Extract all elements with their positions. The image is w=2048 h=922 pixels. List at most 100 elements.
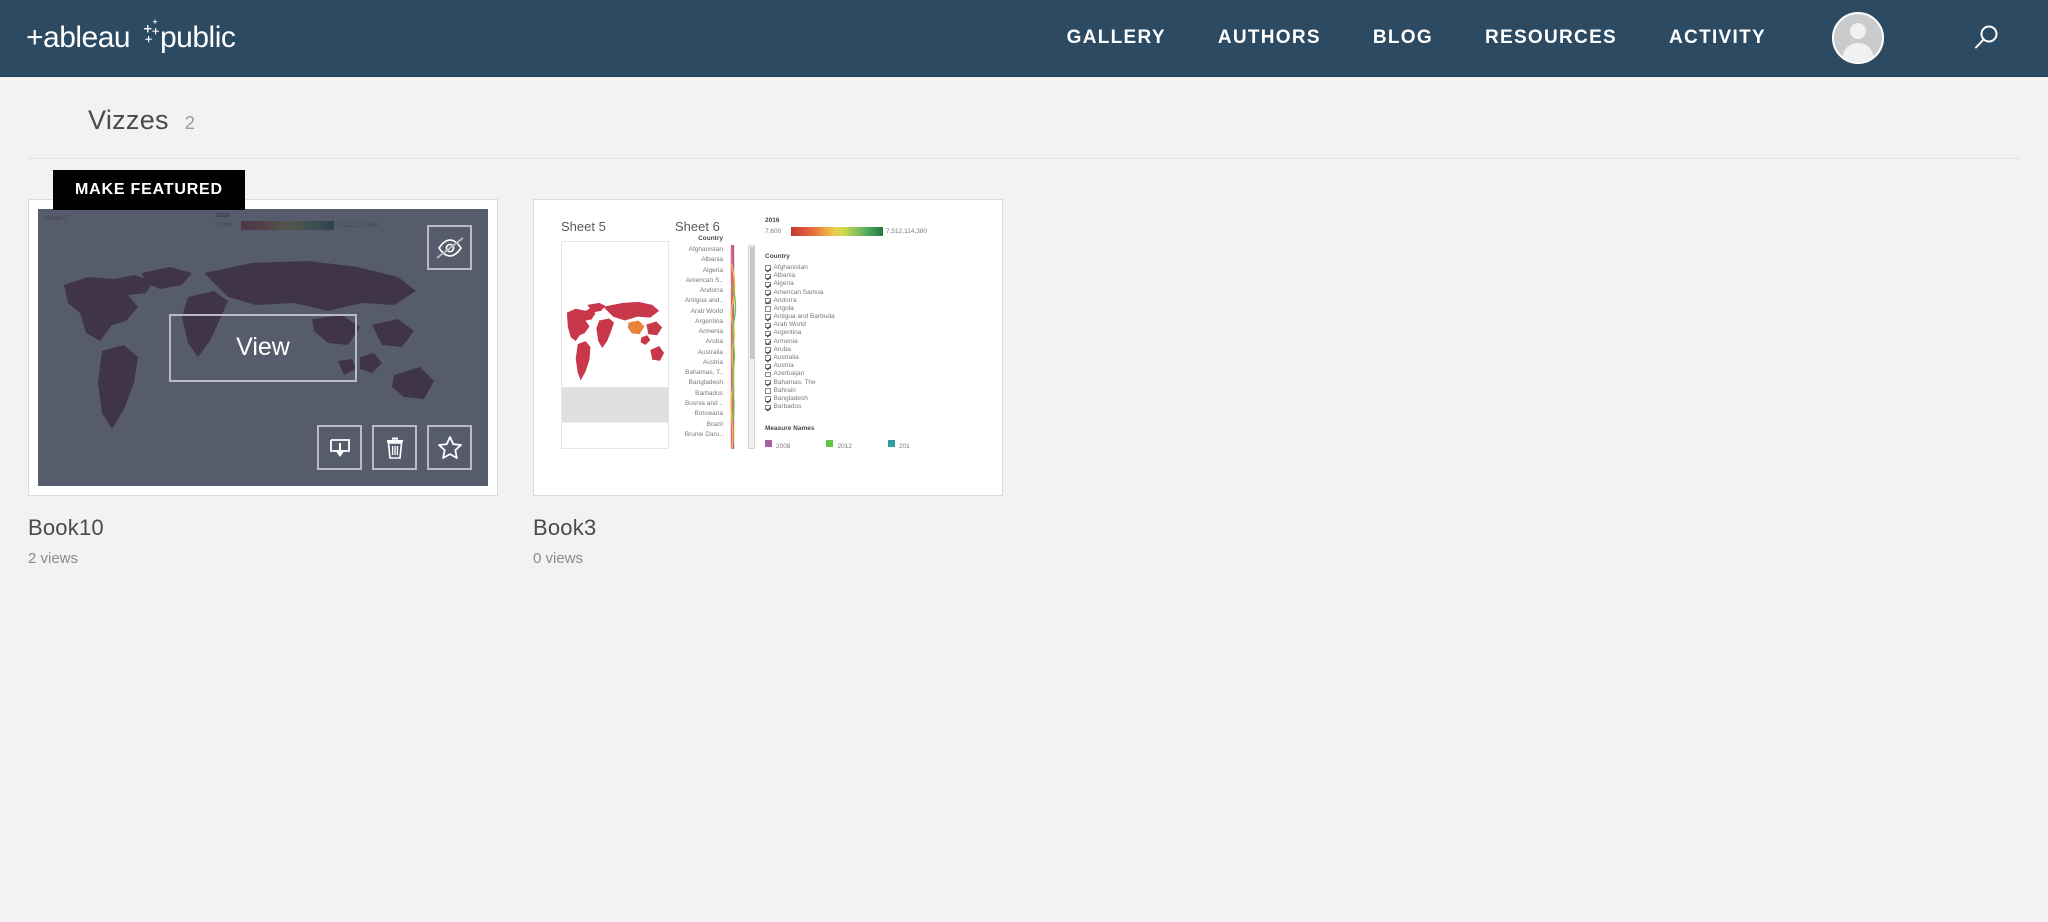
axis-label: Argentina [651,317,723,327]
axis-label: Albania [651,255,723,265]
checkbox[interactable] [765,372,771,378]
axis-label: Afghanistan [651,245,723,255]
checkbox[interactable] [765,339,771,345]
nav-authors[interactable]: AUTHORS [1218,27,1321,49]
main-navigation: GALLERY AUTHORS BLOG RESOURCES ACTIVITY [1067,12,2048,64]
page-title: Vizzes [88,105,169,136]
viz-thumbnail: Sheet 5 Sheet 6 [543,209,993,486]
thumb-legend-min: 7,600 [765,227,781,237]
checkbox[interactable] [765,364,771,370]
checkbox[interactable] [765,323,771,329]
checkbox[interactable] [765,396,771,402]
checkbox[interactable] [765,274,771,280]
trash-icon [384,436,406,460]
download-icon [328,436,352,460]
scrollbar-thumb[interactable] [750,247,755,359]
nav-resources[interactable]: RESOURCES [1485,27,1617,49]
checkbox[interactable] [765,290,771,296]
nav-blog[interactable]: BLOG [1373,27,1433,49]
download-viz-button[interactable] [317,425,362,470]
viz-card[interactable]: Sheet 5 Sheet 6 [533,199,1003,567]
viz-card[interactable]: Sheet 5 2016 7,600 7,512,114,380 Chart 1 [28,199,498,567]
delete-viz-button[interactable] [372,425,417,470]
thumb-sheet-label-b: Sheet 6 [675,219,720,234]
checkbox[interactable] [765,298,771,304]
viz-view-count: 0 views [533,550,1003,567]
legend-swatch [888,440,895,447]
checkbox[interactable] [765,355,771,361]
axis-label: Aruba [651,337,723,347]
view-button[interactable]: View [169,314,357,382]
checkbox[interactable] [765,347,771,353]
search-button[interactable] [1966,18,2006,58]
site-header: +ableau public GALLERY AUTHORS BLOG RESO… [0,0,2048,77]
svg-text:public: public [160,21,236,54]
legend-swatch [765,440,772,447]
checkbox[interactable] [765,306,771,312]
thumb-measure-header: Measure Names [765,425,815,432]
hide-viz-button[interactable] [427,225,472,270]
nav-gallery[interactable]: GALLERY [1067,27,1166,49]
axis-label: Barbados [651,389,723,399]
axis-label: Botswana [651,409,723,419]
user-avatar[interactable] [1832,12,1884,64]
section-header: Vizzes 2 [0,77,2048,158]
thumb-ribbon-chart [725,245,741,449]
viz-title[interactable]: Book3 [533,515,1003,541]
axis-label: Andorra [651,286,723,296]
axis-label: Bahamas, T.. [651,368,723,378]
checkbox[interactable] [765,265,771,271]
checkbox[interactable] [765,388,771,394]
make-featured-tooltip: MAKE FEATURED [53,170,245,210]
star-icon [437,435,463,460]
axis-label: Antigua and.. [651,296,723,306]
card-hover-overlay: View [38,209,488,486]
nav-activity[interactable]: ACTIVITY [1669,27,1766,49]
axis-label: Brunei Daru.. [651,430,723,440]
viz-thumbnail-frame[interactable]: Sheet 5 2016 7,600 7,512,114,380 Chart 1 [28,199,498,496]
viz-thumbnail-frame[interactable]: Sheet 5 Sheet 6 [533,199,1003,496]
thumb-filter-header: Country [765,253,790,260]
thumb-country-filter[interactable]: Afghanistan Albania Algeria American Sam… [765,264,915,411]
viz-view-count: 2 views [28,550,498,567]
thumb-measure-legend: 2008 2012 201 [765,435,910,453]
axis-label: Arab World [651,307,723,317]
thumb-legend-max: 7,512,114,380 [886,227,927,237]
checkbox[interactable] [765,405,771,411]
checkbox[interactable] [765,282,771,288]
axis-label: Austria [651,358,723,368]
user-avatar-icon [1834,14,1882,62]
make-featured-button[interactable] [427,425,472,470]
viz-thumbnail: Sheet 5 2016 7,600 7,512,114,380 Chart 1 [38,209,488,486]
legend-swatch [826,440,833,447]
viz-title[interactable]: Book10 [28,515,498,541]
checkbox[interactable] [765,331,771,337]
vizzes-count: 2 [185,113,195,134]
axis-label: Bosnia and .. [651,399,723,409]
axis-label: Brazil [651,420,723,430]
search-icon [1971,23,2001,53]
axis-label: Armenia [651,327,723,337]
svg-text:+ableau: +ableau [26,21,130,54]
thumb-scrollbar[interactable] [748,245,755,449]
thumb-sheet-label-a: Sheet 5 [561,219,606,234]
axis-label: American S.. [651,276,723,286]
axis-label: Australia [651,348,723,358]
tableau-public-logo[interactable]: +ableau public [26,15,256,61]
legend-label: 2008 [776,443,790,450]
checkbox[interactable] [765,380,771,386]
hide-eye-icon [436,237,464,259]
legend-label: 2012 [837,443,851,450]
thumb-legend-title: 2016 [765,217,779,224]
checkbox[interactable] [765,314,771,320]
filter-label: Barbados [774,402,802,412]
viz-preview-book3: Sheet 5 Sheet 6 [543,209,993,486]
filter-item[interactable]: Barbados [765,403,915,411]
thumb-country-header: Country [665,235,723,242]
vizzes-grid: Sheet 5 2016 7,600 7,512,114,380 Chart 1 [0,159,2048,567]
axis-label: Bangladesh [651,378,723,388]
card-action-buttons [317,425,472,470]
legend-label: 201 [899,443,910,450]
thumb-country-axis: Afghanistan Albania Algeria American S..… [651,245,723,440]
thumb-legend-gradient [791,227,883,236]
